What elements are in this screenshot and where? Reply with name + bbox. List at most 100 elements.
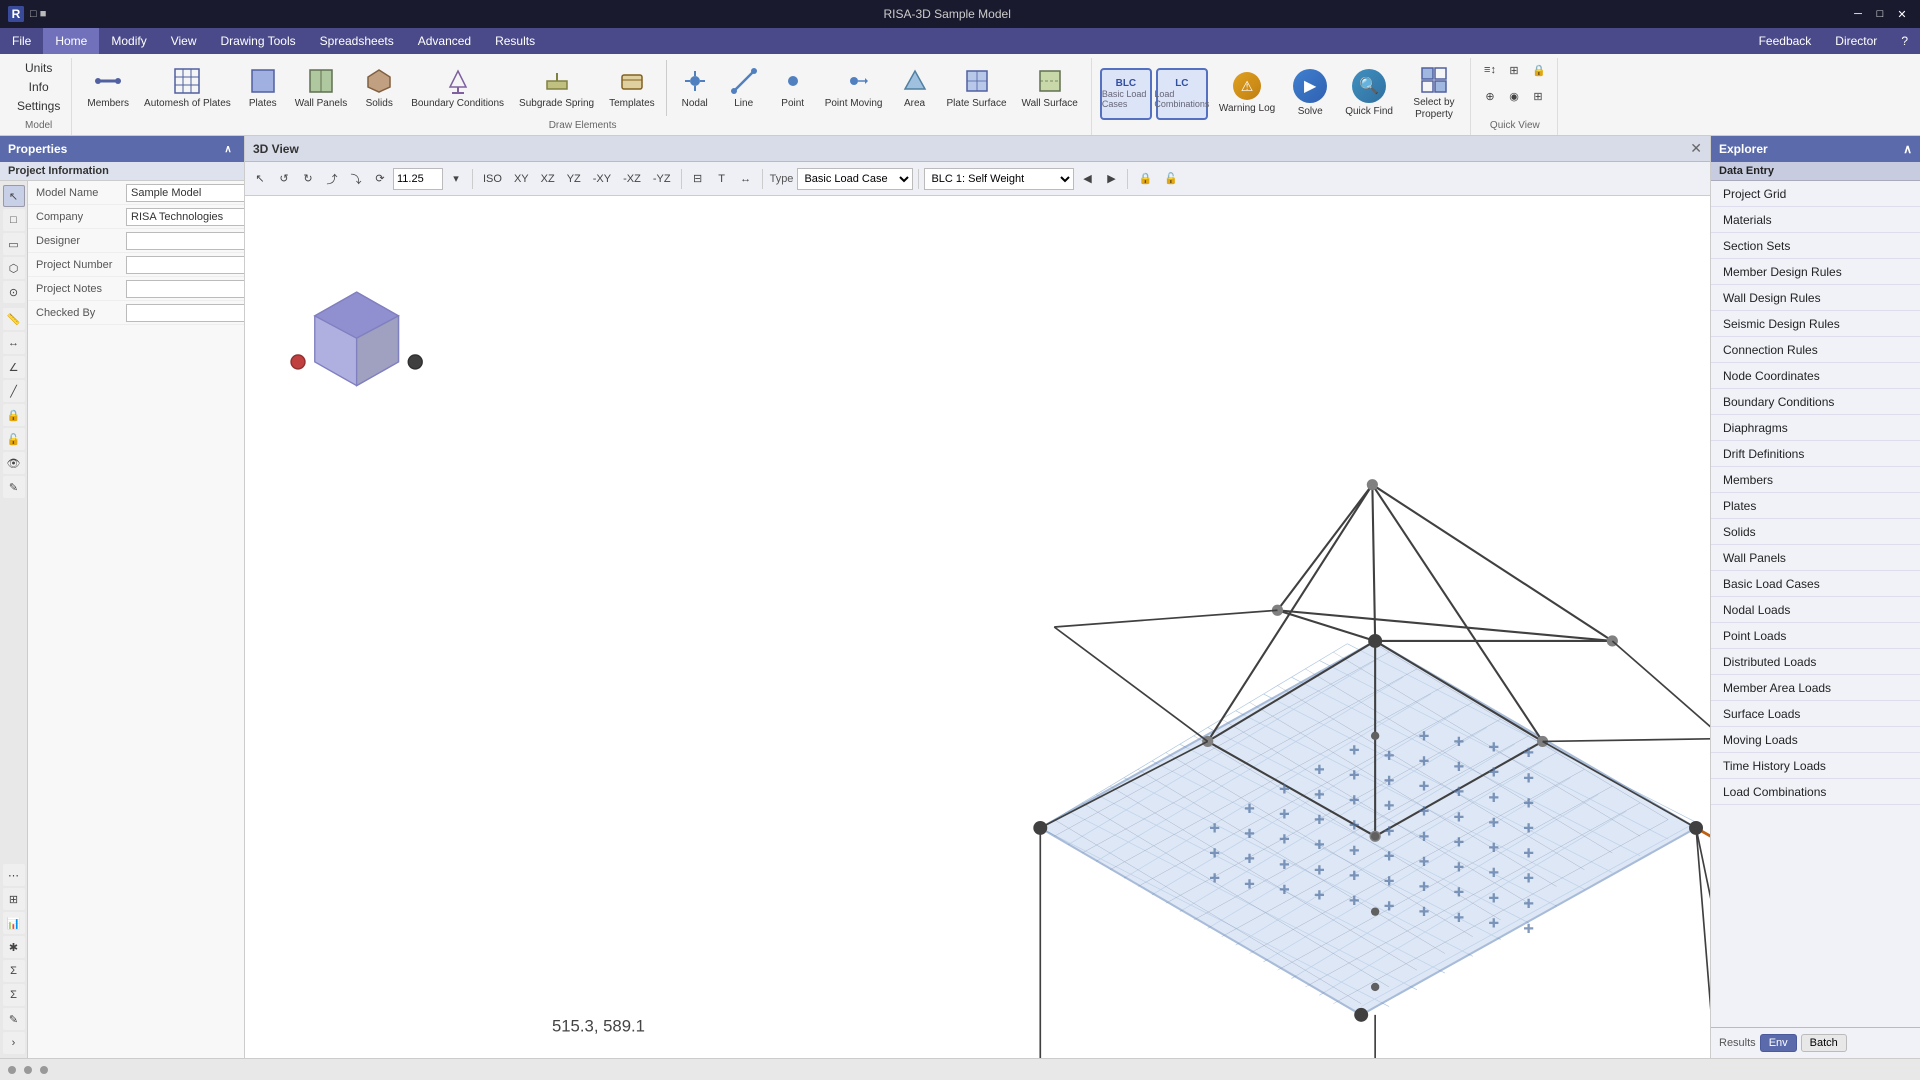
explorer-item-member-design-rules[interactable]: Member Design Rules	[1711, 259, 1920, 285]
explorer-chevron-icon[interactable]: ∧	[1903, 142, 1912, 156]
menu-modify[interactable]: Modify	[99, 28, 158, 54]
batch-btn[interactable]: Batch	[1801, 1034, 1847, 1052]
explorer-item-seismic-design-rules[interactable]: Seismic Design Rules	[1711, 311, 1920, 337]
sidebar-ruler-btn[interactable]: 📏	[3, 308, 25, 330]
view-neg-xz-btn[interactable]: -XZ	[618, 167, 646, 191]
menu-home[interactable]: Home	[43, 28, 99, 54]
explorer-item-connection-rules[interactable]: Connection Rules	[1711, 337, 1920, 363]
explorer-item-moving-loads[interactable]: Moving Loads	[1711, 727, 1920, 753]
sidebar-table-btn[interactable]: ⊞	[3, 888, 25, 910]
lock1-btn[interactable]: 🔒	[1133, 167, 1157, 191]
menu-file[interactable]: File	[0, 28, 43, 54]
explorer-item-section-sets[interactable]: Section Sets	[1711, 233, 1920, 259]
env-btn[interactable]: Env	[1760, 1034, 1797, 1052]
sidebar-cursor-btn[interactable]: ↖	[3, 185, 25, 207]
rotate-cw-btn[interactable]: ↻	[297, 167, 319, 191]
subgrade-btn[interactable]: Subgrade Spring	[512, 58, 601, 118]
sidebar-angle-btn[interactable]: ∠	[3, 356, 25, 378]
qv-sort-btn[interactable]: ≡↕	[1479, 58, 1501, 82]
solids-btn[interactable]: Solids	[355, 58, 403, 118]
explorer-item-boundary-conditions[interactable]: Boundary Conditions	[1711, 389, 1920, 415]
qv-grid-btn[interactable]: ⊞	[1503, 58, 1525, 82]
sidebar-sigma-btn[interactable]: Σ	[3, 960, 25, 982]
explorer-item-members[interactable]: Members	[1711, 467, 1920, 493]
rotate2-btn[interactable]: ⟳	[369, 167, 391, 191]
menu-director[interactable]: Director	[1823, 28, 1889, 54]
type-select[interactable]: Basic Load Case Load Combination	[797, 168, 913, 190]
explorer-item-plates[interactable]: Plates	[1711, 493, 1920, 519]
line-btn[interactable]: Line	[720, 58, 768, 118]
angle-dropdown-btn[interactable]: ▾	[445, 167, 467, 191]
tilt-down-btn[interactable]: ⤵	[345, 167, 367, 191]
load-case-next-btn[interactable]: ▶	[1100, 167, 1122, 191]
cursor-mode-btn[interactable]: ↖	[249, 167, 271, 191]
sidebar-tag-btn[interactable]: ✱	[3, 936, 25, 958]
solve-btn[interactable]: ▶ Solve	[1286, 64, 1334, 124]
rotate-ccw-btn[interactable]: ↺	[273, 167, 295, 191]
explorer-item-solids[interactable]: Solids	[1711, 519, 1920, 545]
designer-input[interactable]	[126, 232, 244, 250]
explorer-item-time-history-loads[interactable]: Time History Loads	[1711, 753, 1920, 779]
angle-input[interactable]	[393, 168, 443, 190]
settings-btn[interactable]: Settings	[12, 96, 65, 114]
explorer-item-distributed-loads[interactable]: Distributed Loads	[1711, 649, 1920, 675]
menu-spreadsheets[interactable]: Spreadsheets	[308, 28, 406, 54]
explorer-item-point-loads[interactable]: Point Loads	[1711, 623, 1920, 649]
menu-results[interactable]: Results	[483, 28, 547, 54]
boundary-btn[interactable]: Boundary Conditions	[404, 58, 511, 118]
minimize-btn[interactable]: ─	[1848, 5, 1868, 23]
explorer-item-member-area-loads[interactable]: Member Area Loads	[1711, 675, 1920, 701]
project-notes-input[interactable]	[126, 280, 244, 298]
explorer-item-drift-definitions[interactable]: Drift Definitions	[1711, 441, 1920, 467]
view-yz-btn[interactable]: YZ	[562, 167, 586, 191]
checked-by-input[interactable]	[126, 304, 244, 322]
sidebar-eye-btn[interactable]: 👁	[3, 452, 25, 474]
explorer-item-surface-loads[interactable]: Surface Loads	[1711, 701, 1920, 727]
sidebar-rect2-btn[interactable]: ▭	[3, 233, 25, 255]
explorer-item-basic-load-cases[interactable]: Basic Load Cases	[1711, 571, 1920, 597]
wall-surface-btn[interactable]: Wall Surface	[1015, 58, 1085, 118]
explorer-item-node-coordinates[interactable]: Node Coordinates	[1711, 363, 1920, 389]
menu-view[interactable]: View	[159, 28, 209, 54]
window-controls[interactable]: ─ □ ✕	[1848, 5, 1912, 23]
members-btn[interactable]: Members	[80, 58, 136, 118]
view-neg-xy-btn[interactable]: -XY	[588, 167, 616, 191]
load-case-select[interactable]: BLC 1: Self Weight	[924, 168, 1074, 190]
sidebar-polygon-btn[interactable]: ⬡	[3, 257, 25, 279]
explorer-item-materials[interactable]: Materials	[1711, 207, 1920, 233]
panel-chevron-icon[interactable]: ∧	[220, 141, 236, 157]
sidebar-chevron-right-btn[interactable]: ›	[3, 1032, 25, 1054]
area-btn[interactable]: Area	[891, 58, 939, 118]
sidebar-eye2-btn[interactable]: ✎	[3, 476, 25, 498]
sidebar-sigma2-btn[interactable]: Σ	[3, 984, 25, 1006]
view-xz-btn[interactable]: XZ	[536, 167, 560, 191]
qv-nodes-btn[interactable]: ◉	[1503, 84, 1525, 108]
templates-btn[interactable]: Templates	[602, 58, 662, 118]
company-input[interactable]	[126, 208, 244, 226]
lc-btn[interactable]: LC Load Combinations	[1156, 68, 1208, 120]
blc-btn[interactable]: BLC Basic Load Cases	[1100, 68, 1152, 120]
units-btn[interactable]: Units	[12, 58, 65, 76]
maximize-btn[interactable]: □	[1870, 5, 1890, 23]
view-canvas[interactable]: + + + + + + + + + + + + + + + + +	[245, 196, 1710, 1058]
automesh-btn[interactable]: Automesh of Plates	[137, 58, 238, 118]
load-case-prev-btn[interactable]: ◀	[1076, 167, 1098, 191]
explorer-item-nodal-loads[interactable]: Nodal Loads	[1711, 597, 1920, 623]
sidebar-lock2-btn[interactable]: 🔓	[3, 428, 25, 450]
sidebar-expand-btn[interactable]: ⋯	[3, 864, 25, 886]
info-btn[interactable]: Info	[12, 77, 65, 95]
menu-drawing-tools[interactable]: Drawing Tools	[209, 28, 308, 54]
qv-tag-btn[interactable]: ⊞	[1527, 84, 1549, 108]
explorer-item-load-combinations[interactable]: Load Combinations	[1711, 779, 1920, 805]
sidebar-dim-btn[interactable]: ↔	[3, 332, 25, 354]
menu-feedback[interactable]: Feedback	[1747, 28, 1824, 54]
explorer-item-diaphragms[interactable]: Diaphragms	[1711, 415, 1920, 441]
sidebar-lock-btn[interactable]: 🔒	[3, 404, 25, 426]
view-dim-btn[interactable]: ↔	[735, 167, 757, 191]
menu-advanced[interactable]: Advanced	[406, 28, 483, 54]
sidebar-pen-btn[interactable]: ✎	[3, 1008, 25, 1030]
sidebar-line-btn[interactable]: ╱	[3, 380, 25, 402]
sidebar-rect-btn[interactable]: □	[3, 209, 25, 231]
nodal-btn[interactable]: Nodal	[671, 58, 719, 118]
menu-help[interactable]: ?	[1889, 28, 1920, 54]
